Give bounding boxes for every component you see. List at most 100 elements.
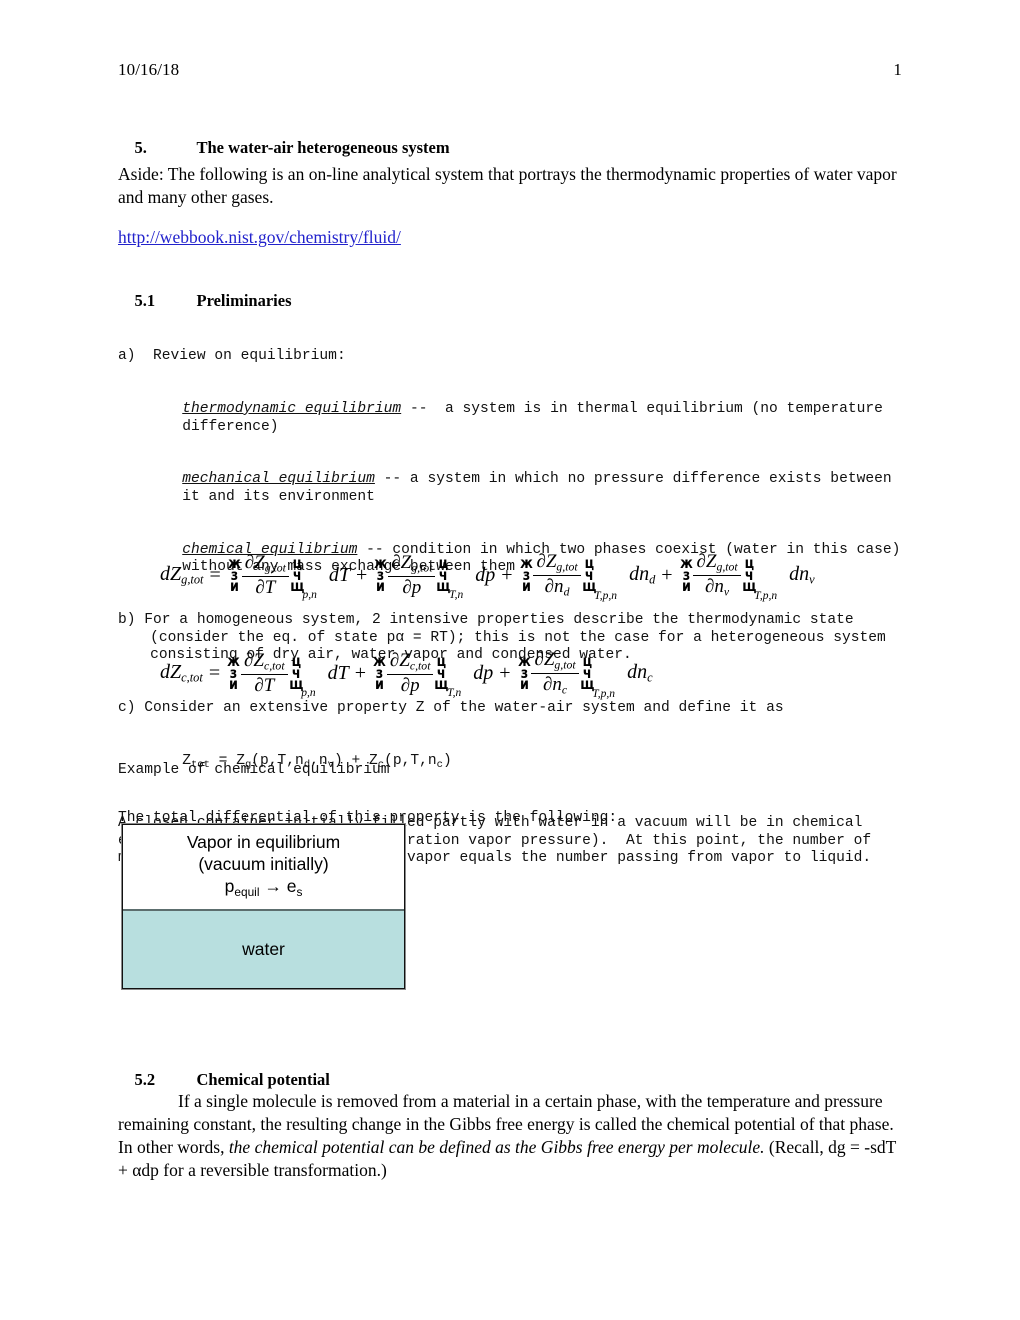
differential-term: dT — [328, 563, 351, 586]
fraction-numerator: ∂Zg,tot — [534, 649, 576, 672]
equation-lhs: dZg,tot — [160, 563, 204, 587]
fraction-denominator: ∂p — [402, 576, 422, 598]
differential-term: dnd — [629, 563, 656, 587]
equation-dz-c-tot: dZc,tot = ж з и ∂Zc,tot ∂T ц ч щ p,n dT + ж з и ∂Zc,tot ∂… — [160, 649, 653, 700]
fraction-numerator: ∂Zg,tot — [696, 551, 738, 574]
bracket-right-glyph: цчщ — [436, 554, 451, 596]
bracket-left-glyph: жзи — [679, 554, 693, 596]
item-c: c) Consider an extensive property Z of t… — [118, 700, 904, 718]
differential-term: dnc — [627, 661, 653, 685]
fraction-denominator: ∂T — [254, 674, 275, 696]
equals-sign: = — [209, 563, 221, 586]
differential-term: dT — [327, 661, 349, 684]
equation-2-row: dZc,tot = ж з и ∂Zc,tot ∂T ц ч щ p,n dT + ж з и ∂Zc,tot ∂… — [160, 649, 653, 700]
equals-sign: = — [208, 661, 221, 684]
chemical-potential-paragraph: If a single molecule is removed from a m… — [118, 1090, 904, 1182]
equation-lhs: dZc,tot — [160, 661, 203, 685]
cp-italic-definition: the chemical potential can be defined as… — [228, 1137, 765, 1157]
bracket-left-glyph: жзи — [227, 652, 240, 694]
bracket-right-glyph: цчщ — [434, 652, 449, 694]
differential-term: dp — [475, 563, 496, 586]
bracket-left-glyph: жзи — [374, 554, 388, 596]
water-label: water — [242, 939, 285, 959]
cp-comma: , — [220, 1137, 229, 1157]
plus-sign: + — [501, 563, 513, 586]
section-52-title: Chemical potential — [196, 1070, 330, 1089]
term-mechanical: mechanical equilibrium -- a system in wh… — [118, 471, 904, 506]
item-a-line: a) Review on equilibrium: — [118, 348, 904, 366]
header-date: 10/16/18 — [118, 60, 180, 79]
bracket-left-glyph: жзи — [373, 652, 386, 694]
differential-term: dnv — [789, 563, 815, 587]
vapor-pressure-expression: pequil → es — [225, 875, 303, 903]
section-51-number: 5.1 — [134, 291, 156, 310]
bracket-right-glyph: цчщ — [741, 554, 757, 596]
p-symbol: p — [224, 875, 235, 896]
e-s-sub: s — [296, 885, 303, 900]
fraction-numerator: ∂Zg,tot — [244, 551, 286, 575]
partial-derivative-fraction: ∂Zg,tot ∂p — [386, 552, 437, 598]
bracket-subscript: T,p,n — [754, 589, 778, 602]
vapor-line-1: Vapor in equilibrium — [186, 831, 341, 852]
plus-sign: + — [661, 563, 673, 586]
bracket-right-glyph: цчщ — [579, 652, 595, 694]
bracket-right-glyph: цчщ — [290, 554, 305, 596]
equation-term: ж з и ∂Zg,tot ∂T ц ч щ p,n dT — [227, 551, 351, 601]
equation-term: ж з и ∂Zg,tot ∂nv ц ч щ T,p,n dnv — [679, 552, 815, 602]
bracket-subscript: p,n — [302, 588, 317, 601]
section-52-number: 5.2 — [134, 1070, 156, 1089]
fraction-denominator: ∂p — [400, 674, 420, 696]
fraction-denominator: ∂T — [255, 576, 276, 598]
partial-derivative-fraction: ∂Zc,tot ∂T — [239, 649, 290, 696]
term-thermodynamic: thermodynamic equilibrium -- a system is… — [118, 401, 904, 436]
item-a-intro: Review on equilibrium: — [153, 348, 346, 365]
bracket-right-glyph: цчщ — [288, 652, 303, 694]
partial-derivative-fraction: ∂Zc,tot ∂p — [385, 649, 436, 696]
differential-term: dp — [473, 661, 494, 684]
vapor-region: Vapor in equilibrium (vacuum initially) … — [123, 825, 404, 911]
equation-1-row: dZg,tot = ж з и ∂Zg,tot ∂T ц ч щ p,n dT + ж з и ∂Zg,tot ∂… — [160, 551, 815, 602]
equation-term: ж з и ∂Zc,tot ∂T ц ч щ p,n dT — [226, 649, 349, 698]
equation-term: ж з и ∂Zg,tot ∂nd ц ч щ T,p,n dnd — [519, 552, 656, 602]
plus-sign: + — [499, 661, 511, 684]
document-page: 10/16/18 1 5. The water-air heterogeneous… — [0, 0, 1020, 1320]
example-title: Example of chemical equilibrium — [118, 762, 390, 779]
water-vapor-diagram: Vapor in equilibrium (vacuum initially) … — [122, 824, 405, 989]
item-a-label: a) — [118, 348, 136, 365]
item-c-label: c) — [118, 700, 136, 717]
arrow-icon: → — [259, 875, 287, 896]
fraction-numerator: ∂Zg,tot — [536, 551, 578, 574]
nist-webbook-link[interactable]: http://webbook.nist.gov/chemistry/fluid/ — [118, 227, 401, 247]
aside-paragraph: Aside: The following is an on-line analy… — [118, 164, 897, 207]
section-5-title: The water-air heterogeneous system — [196, 138, 450, 157]
bracket-subscript: T,p,n — [594, 589, 618, 602]
page-header: 10/16/18 1 — [118, 60, 902, 80]
page-number: 1 — [893, 60, 902, 79]
bracket-right-glyph: цчщ — [581, 554, 597, 596]
section-5-number: 5. — [134, 138, 147, 157]
fraction-denominator: ∂nv — [705, 575, 730, 599]
bracket-left-glyph: жзи — [227, 554, 241, 596]
item-c-text: Consider an extensive property Z of the … — [144, 700, 784, 717]
equation-term: ж з и ∂Zc,tot ∂p ц ч щ T,n dp — [372, 649, 494, 699]
term-mechanical-label: mechanical equilibrium — [182, 471, 375, 488]
partial-derivative-fraction: ∂Zg,tot ∂T — [240, 551, 291, 598]
water-region: water — [123, 911, 404, 988]
equation-term: ж з и ∂Zg,tot ∂p ц ч щ T,n dp — [373, 552, 496, 601]
fraction-numerator: ∂Zc,tot — [389, 649, 431, 673]
bracket-subscript: T,n — [449, 588, 464, 601]
term-thermodynamic-label: thermodynamic equilibrium — [182, 400, 402, 417]
partial-derivative-fraction: ∂Zg,tot ∂nc — [529, 650, 580, 697]
section-51-title: Preliminaries — [196, 291, 292, 310]
e-symbol: e — [286, 875, 297, 896]
fraction-numerator: ∂Zc,tot — [244, 649, 285, 673]
bracket-left-glyph: жзи — [517, 652, 531, 694]
item-b-label: b) — [118, 612, 136, 629]
partial-derivative-fraction: ∂Zg,tot ∂nd — [531, 552, 582, 599]
partial-derivative-fraction: ∂Zg,tot ∂nv — [691, 552, 742, 599]
bracket-subscript: T,n — [447, 686, 462, 699]
fraction-denominator: ∂nc — [543, 673, 568, 697]
equation-dz-g-tot: dZg,tot = ж з и ∂Zg,tot ∂T ц ч щ p,n dT + ж з и ∂Zg,tot ∂… — [160, 551, 815, 602]
p-equil-sub: equil — [234, 885, 260, 900]
nist-link-container: http://webbook.nist.gov/chemistry/fluid/ — [118, 227, 904, 248]
